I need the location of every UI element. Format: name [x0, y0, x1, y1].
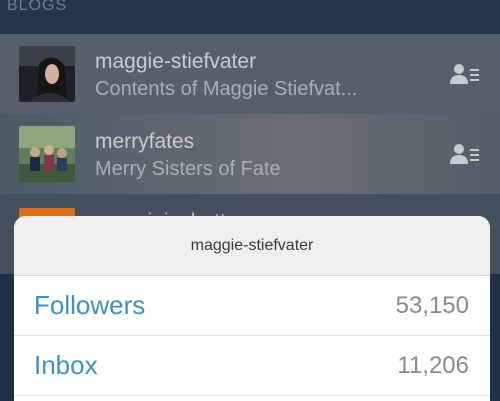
- blog-name: maggie-stiefvater: [95, 50, 257, 73]
- sheet-item-inbox[interactable]: Inbox 11,206: [14, 336, 490, 396]
- blog-action-sheet: maggie-stiefvater Followers 53,150 Inbox…: [14, 216, 490, 401]
- sheet-item-count: 11,206: [397, 351, 469, 379]
- follow-list-icon[interactable]: [450, 143, 480, 165]
- sheet-item-count: 53,150: [395, 291, 469, 319]
- blog-row-maggie-stiefvater[interactable]: maggie-stiefvater Contents of Maggie Sti…: [0, 34, 500, 114]
- blog-text: maggie-stiefvater Contents of Maggie Sti…: [95, 50, 357, 101]
- sheet-item-followers[interactable]: Followers 53,150: [14, 276, 490, 336]
- blog-title: Merry Sisters of Fate: [95, 158, 281, 180]
- avatar: [19, 46, 75, 102]
- blogs-section-header: BLOGS: [0, 0, 500, 34]
- sheet-item-label: Followers: [34, 290, 146, 320]
- blog-title: Contents of Maggie Stiefvat...: [95, 78, 358, 100]
- follow-list-icon[interactable]: [450, 63, 480, 85]
- section-title: BLOGS: [7, 0, 68, 14]
- sheet-title: maggie-stiefvater: [14, 216, 490, 276]
- sheet-item-label: Inbox: [34, 350, 98, 380]
- blog-name: merryfates: [95, 130, 195, 153]
- blog-text: merryfates Merry Sisters of Fate: [95, 130, 281, 181]
- avatar: [19, 126, 75, 182]
- blog-row-merryfates[interactable]: merryfates Merry Sisters of Fate: [0, 114, 500, 194]
